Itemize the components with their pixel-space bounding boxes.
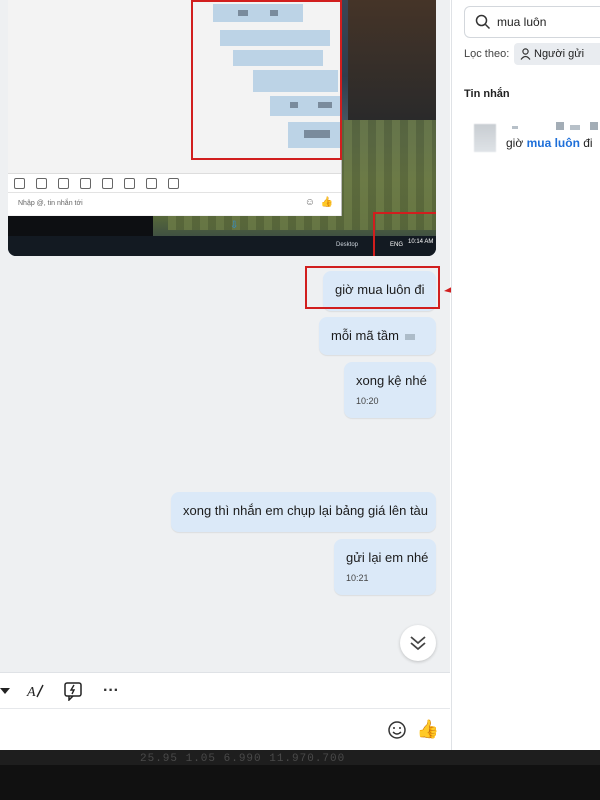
result-text-prefix: giờ xyxy=(506,136,524,150)
filter-chip-label: Người gửi xyxy=(534,48,585,60)
bottom-strip: 25.95 1.05 6.990 11.970.700 xyxy=(0,750,600,800)
avatar xyxy=(474,124,496,152)
wallpaper-trees xyxy=(348,0,436,120)
bottom-dark-band xyxy=(0,765,600,800)
text-format-icon[interactable]: A xyxy=(24,679,46,703)
composer-toolbar: A ··· xyxy=(0,672,450,709)
quick-message-icon[interactable] xyxy=(61,679,85,703)
annotation-highlight-message xyxy=(305,266,440,309)
message-text: xong kệ nhé xyxy=(356,373,427,388)
screenshot-input-placeholder: Nhập @, tin nhắn tới xyxy=(18,200,83,207)
message-bubble[interactable]: gửi lại em nhé 10:21 xyxy=(334,539,436,595)
annotation-box-messages xyxy=(191,0,342,160)
message-bubble[interactable]: mỗi mã tầm xyxy=(319,317,436,355)
screenshot-like-icon: 👍 xyxy=(320,197,333,208)
screenshot-emoji-icon: ☺ xyxy=(304,197,315,208)
scroll-to-bottom-button[interactable] xyxy=(400,625,436,661)
search-input[interactable]: mua luôn xyxy=(464,6,600,38)
taskbar-desktop-label: Desktop xyxy=(336,242,359,248)
filter-sender-chip[interactable]: Người gửi xyxy=(514,43,600,65)
download-icon: ⇩ xyxy=(230,220,239,231)
bottom-numbers: 25.95 1.05 6.990 11.970.700 xyxy=(140,753,346,765)
search-query: mua luôn xyxy=(497,15,547,29)
more-icon[interactable]: ··· xyxy=(99,679,123,703)
screenshot-dark-band xyxy=(8,216,153,236)
message-text: mỗi mã tầm xyxy=(331,328,399,343)
filter-label: Lọc theo: xyxy=(464,48,510,60)
message-bubble[interactable]: xong thì nhắn em chụp lại bảng giá lên t… xyxy=(171,492,436,532)
annotation-box-clock xyxy=(373,212,436,256)
message-input[interactable]: 👍 xyxy=(0,708,450,750)
message-bubble[interactable]: xong kệ nhé 10:20 xyxy=(344,362,436,418)
message-text: gửi lại em nhé xyxy=(346,550,429,565)
person-icon xyxy=(520,48,531,60)
section-title-messages: Tin nhắn xyxy=(464,88,510,100)
result-match: mua luôn xyxy=(526,136,580,150)
emoji-icon[interactable] xyxy=(386,719,408,741)
redacted-text xyxy=(404,333,415,340)
double-chevron-down-icon xyxy=(410,636,426,651)
search-icon xyxy=(475,14,491,30)
thumbs-up-icon[interactable]: 👍 xyxy=(416,717,440,741)
screenshot-taskbar: Desktop ENG 10:14 AM xyxy=(8,236,436,256)
screenshot-toolbar xyxy=(8,173,341,192)
screenshot-input: Nhập @, tin nhắn tới ☺ 👍 xyxy=(8,192,341,215)
message-text: xong thì nhắn em chụp lại bảng giá lên t… xyxy=(183,503,429,518)
search-result-item[interactable]: giờ mua luôn đi xyxy=(506,136,593,150)
shared-screenshot-image[interactable]: Nhập @, tin nhắn tới ☺ 👍 ⇩ Desktop ENG 1… xyxy=(8,0,436,256)
message-time: 10:20 xyxy=(356,396,379,406)
chat-panel: Nhập @, tin nhắn tới ☺ 👍 ⇩ Desktop ENG 1… xyxy=(0,0,450,750)
message-time: 10:21 xyxy=(346,573,369,583)
chevron-down-icon[interactable] xyxy=(0,681,12,701)
result-text-suffix: đi xyxy=(583,136,593,150)
svg-text:A: A xyxy=(26,685,36,700)
redacted-sender-name xyxy=(512,122,598,130)
search-sidebar xyxy=(451,0,600,750)
